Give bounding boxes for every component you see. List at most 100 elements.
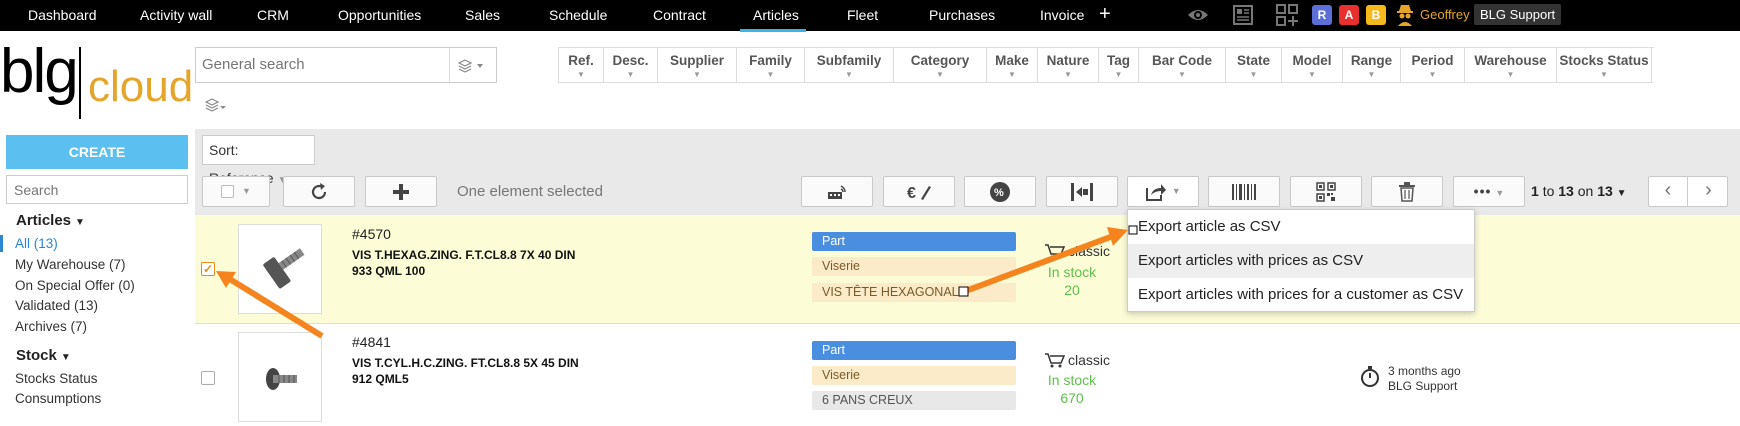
filter-nature-label: Nature (1046, 53, 1090, 68)
barcode-button[interactable] (1208, 176, 1280, 207)
filter-supplier[interactable]: Supplier ▼ (658, 47, 737, 83)
export-dropdown-button[interactable]: ▼ (1127, 176, 1199, 207)
nature-tag: Part (812, 232, 1016, 251)
article-reference[interactable]: #4841 (352, 334, 391, 350)
plus-icon (393, 184, 409, 200)
general-search-input[interactable] (202, 56, 442, 73)
edit-price-button[interactable]: € (883, 176, 955, 207)
article-reference[interactable]: #4570 (352, 226, 391, 242)
filter-stocks-status[interactable]: Stocks Status ▼ (1557, 47, 1652, 83)
table-row[interactable]: ✓ #4570 VIS T.HEXAG.ZING. F.T.CL8.8 7X 4… (195, 215, 1740, 323)
filter-make[interactable]: Make ▼ (987, 47, 1038, 83)
stock-section-title[interactable]: Stock ▼ (16, 347, 71, 364)
row-checkbox[interactable]: ✓ (201, 262, 215, 276)
filter-subfamily[interactable]: Subfamily ▼ (805, 47, 894, 83)
table-row[interactable]: #4841 VIS T.CYL.H.C.ZING. FT.CL8.8 5X 45… (195, 323, 1740, 422)
sidebar-search-box[interactable] (6, 175, 188, 204)
filter-warehouse[interactable]: Warehouse ▼ (1465, 47, 1557, 83)
select-all-dropdown[interactable]: ▼ (202, 176, 270, 207)
filter-warehouse-label: Warehouse (1474, 53, 1547, 68)
cart-icon (1045, 353, 1066, 368)
prev-page-button[interactable]: ‹ (1649, 177, 1688, 206)
pagination-info[interactable]: 1 to 13 on 13 ▼ (1531, 183, 1627, 199)
discount-button[interactable]: % (964, 176, 1036, 207)
general-search-box[interactable] (195, 47, 497, 83)
sidebar-item-consumptions[interactable]: Consumptions (15, 391, 101, 406)
filter-period[interactable]: Period ▼ (1401, 47, 1465, 83)
select-all-checkbox[interactable] (221, 185, 235, 199)
filter-category-label: Category (910, 53, 970, 68)
product-thumbnail[interactable] (238, 332, 322, 422)
chevron-down-icon: ▼ (577, 70, 585, 79)
qrcode-button[interactable] (1290, 176, 1362, 207)
filter-desc[interactable]: Desc. ▼ (604, 47, 658, 83)
nav-activity-wall[interactable]: Activity wall (140, 7, 212, 23)
sidebar-search-input[interactable] (14, 182, 184, 198)
filter-tag[interactable]: Tag ▼ (1099, 47, 1139, 83)
filter-desc-label: Desc. (612, 53, 649, 68)
next-page-button[interactable]: › (1689, 177, 1728, 206)
nav-opportunities[interactable]: Opportunities (338, 7, 421, 23)
chevron-down-icon: ▼ (1428, 70, 1437, 79)
filter-subfamily-label: Subfamily (816, 53, 882, 68)
chevron-down-icon: ▼ (936, 70, 944, 79)
filter-range-label: Range (1350, 53, 1393, 68)
filter-b[interactable]: B (1652, 47, 1654, 83)
nav-dashboard[interactable]: Dashboard (28, 7, 97, 23)
merge-button[interactable] (1046, 176, 1118, 207)
caret-down-icon: ▼ (75, 217, 85, 228)
sort-dropdown[interactable]: Sort: Reference▼ (202, 135, 315, 186)
family-tag: Viserie (812, 366, 1016, 385)
nav-crm[interactable]: CRM (257, 7, 289, 23)
menu-item-export-customer-prices-csv[interactable]: Export articles with prices for a custom… (1128, 278, 1474, 312)
pager-on: on (1577, 183, 1594, 199)
filter-family-label: Family (749, 53, 792, 68)
filter-barcode-label: Bar Code (1151, 53, 1212, 68)
menu-item-export-prices-csv[interactable]: Export articles with prices as CSV (1128, 244, 1474, 278)
article-type: classic (1068, 243, 1111, 259)
pager-total: 13 (1597, 183, 1613, 199)
filter-state[interactable]: State ▼ (1226, 47, 1282, 83)
articles-section-title[interactable]: Articles ▼ (16, 212, 85, 229)
filter-family[interactable]: Family ▼ (737, 47, 805, 83)
more-actions-button[interactable]: ••• ▼ (1453, 176, 1525, 207)
product-thumbnail[interactable] (238, 224, 322, 314)
article-description: VIS T.CYL.H.C.ZING. FT.CL8.8 5X 45 DIN 9… (352, 356, 579, 386)
articles-section-label: Articles (16, 212, 72, 229)
pager-nav: ‹ › (1648, 176, 1728, 207)
filter-model-label: Model (1292, 53, 1332, 68)
filter-category[interactable]: Category ▼ (894, 47, 987, 83)
create-button[interactable]: CREATE (6, 135, 188, 169)
rfid-button[interactable] (801, 176, 873, 207)
delete-button[interactable] (1371, 176, 1443, 207)
sidebar-item-stocks-status[interactable]: Stocks Status (15, 371, 98, 386)
sidebar-item-my-warehouse[interactable]: My Warehouse (7) (15, 257, 126, 272)
row-checkbox[interactable] (201, 371, 215, 385)
filter-model[interactable]: Model ▼ (1282, 47, 1343, 83)
stock-section-label: Stock (16, 347, 57, 364)
layers-dropdown-icon[interactable] (458, 58, 486, 74)
stock-quantity: 670 (1060, 390, 1084, 406)
filter-nature[interactable]: Nature ▼ (1038, 47, 1099, 83)
refresh-icon (311, 183, 327, 200)
bolt-image (263, 248, 305, 289)
layers-icon[interactable] (205, 97, 229, 113)
stock-quantity: 20 (1064, 282, 1080, 298)
nav-sales[interactable]: Sales (465, 7, 500, 23)
sidebar-item-special-offer[interactable]: On Special Offer (0) (15, 278, 135, 293)
filter-ref-label: Ref. (568, 53, 594, 68)
article-description: VIS T.HEXAG.ZING. F.T.CL8.8 7X 40 DIN 93… (352, 248, 576, 278)
screw-image (266, 368, 297, 390)
sidebar-item-archives[interactable]: Archives (7) (15, 319, 87, 334)
filter-range[interactable]: Range ▼ (1343, 47, 1401, 83)
refresh-button[interactable] (283, 176, 355, 207)
export-menu: Export article as CSV Export articles wi… (1127, 209, 1475, 312)
add-button[interactable] (365, 176, 437, 207)
filter-ref[interactable]: Ref. ▼ (558, 47, 604, 83)
stock-status: In stock (1047, 264, 1097, 280)
filter-barcode[interactable]: Bar Code ▼ (1139, 47, 1226, 83)
sidebar-item-validated[interactable]: Validated (13) (15, 298, 98, 313)
menu-item-export-csv[interactable]: Export article as CSV (1128, 210, 1474, 244)
sidebar-item-all[interactable]: All (13) (15, 236, 58, 251)
logo-divider (79, 47, 81, 119)
